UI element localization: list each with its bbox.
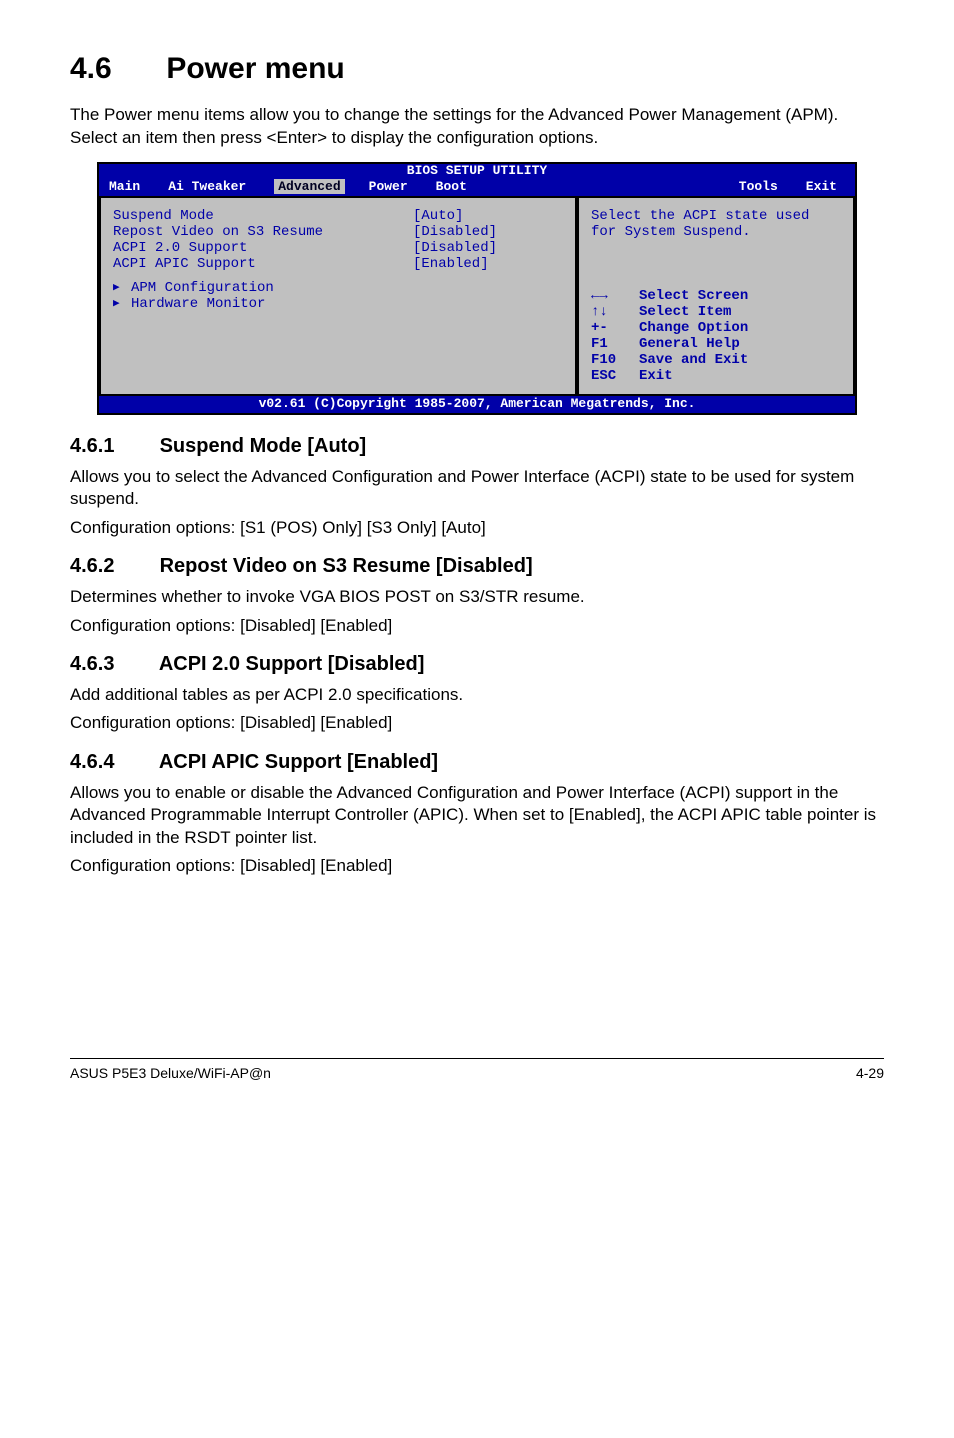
body-paragraph: Determines whether to invoke VGA BIOS PO… <box>70 586 884 608</box>
bios-key-help: ←→Select Screen ↑↓Select Item +-Change O… <box>591 288 841 384</box>
key-symbol: ↑↓ <box>591 304 639 320</box>
bios-menubar: Main Ai Tweaker Advanced Power Boot Tool… <box>99 179 855 196</box>
page-footer: ASUS P5E3 Deluxe/WiFi-AP@n 4-29 <box>70 1058 884 1081</box>
heading-title: Power menu <box>166 52 344 85</box>
bios-menu-exit[interactable]: Exit <box>806 179 845 194</box>
subsection-heading: 4.6.1 Suspend Mode [Auto] <box>70 435 884 458</box>
bios-item-value: [Disabled] <box>413 224 497 240</box>
bios-item-row[interactable]: ACPI APIC Support [Enabled] <box>113 256 563 272</box>
subsection-heading: 4.6.2 Repost Video on S3 Resume [Disable… <box>70 555 884 578</box>
subsection-title: Suspend Mode [Auto] <box>160 435 367 457</box>
bios-submenu-row[interactable]: ▶ Hardware Monitor <box>113 296 563 312</box>
body-paragraph: Configuration options: [Disabled] [Enabl… <box>70 712 884 734</box>
bios-window: BIOS SETUP UTILITY Main Ai Tweaker Advan… <box>97 162 857 415</box>
bios-body: Suspend Mode [Auto] Repost Video on S3 R… <box>99 196 855 396</box>
bios-item-label: Repost Video on S3 Resume <box>113 224 413 240</box>
bios-menu-tools[interactable]: Tools <box>739 179 806 194</box>
bios-item-label: ACPI APIC Support <box>113 256 413 272</box>
page-heading: 4.6 Power menu <box>70 52 884 86</box>
intro-paragraph: The Power menu items allow you to change… <box>70 104 884 150</box>
body-paragraph: Allows you to enable or disable the Adva… <box>70 782 884 849</box>
subsection-heading: 4.6.3 ACPI 2.0 Support [Disabled] <box>70 653 884 676</box>
bios-item-label: Suspend Mode <box>113 208 413 224</box>
bios-item-value: [Auto] <box>413 208 463 224</box>
footer-right: 4-29 <box>856 1065 884 1081</box>
key-desc: Select Screen <box>639 288 748 304</box>
bios-left-pane: Suspend Mode [Auto] Repost Video on S3 R… <box>99 196 577 396</box>
bios-menu-ai-tweaker[interactable]: Ai Tweaker <box>168 179 274 194</box>
bios-help-text: Select the ACPI state used for System Su… <box>591 208 841 240</box>
bios-submenu-row[interactable]: ▶ APM Configuration <box>113 280 563 296</box>
footer-left: ASUS P5E3 Deluxe/WiFi-AP@n <box>70 1065 271 1081</box>
body-paragraph: Configuration options: [S1 (POS) Only] [… <box>70 517 884 539</box>
body-paragraph: Add additional tables as per ACPI 2.0 sp… <box>70 684 884 706</box>
bios-menu-main[interactable]: Main <box>109 179 168 194</box>
bios-right-pane: Select the ACPI state used for System Su… <box>577 196 855 396</box>
bios-key-row: F10Save and Exit <box>591 352 841 368</box>
subsection-heading: 4.6.4 ACPI APIC Support [Enabled] <box>70 751 884 774</box>
subsection-title: ACPI 2.0 Support [Disabled] <box>159 653 425 675</box>
body-paragraph: Configuration options: [Disabled] [Enabl… <box>70 855 884 877</box>
key-symbol: +- <box>591 320 639 336</box>
subsection-num: 4.6.4 <box>70 751 154 774</box>
heading-num: 4.6 <box>70 52 158 86</box>
subsection-num: 4.6.2 <box>70 555 154 578</box>
key-desc: Select Item <box>639 304 731 320</box>
body-paragraph: Allows you to select the Advanced Config… <box>70 466 884 511</box>
key-desc: Exit <box>639 368 673 384</box>
bios-menu-advanced[interactable]: Advanced <box>274 179 344 194</box>
bios-key-row: ESCExit <box>591 368 841 384</box>
triangle-icon: ▶ <box>113 280 131 296</box>
bios-item-value: [Disabled] <box>413 240 497 256</box>
bios-item-row[interactable]: Repost Video on S3 Resume [Disabled] <box>113 224 563 240</box>
bios-item-row[interactable]: Suspend Mode [Auto] <box>113 208 563 224</box>
body-paragraph: Configuration options: [Disabled] [Enabl… <box>70 615 884 637</box>
subsection-title: ACPI APIC Support [Enabled] <box>159 751 438 773</box>
bios-submenu-label: Hardware Monitor <box>131 296 265 312</box>
bios-item-label: ACPI 2.0 Support <box>113 240 413 256</box>
bios-key-row: ↑↓Select Item <box>591 304 841 320</box>
bios-item-value: [Enabled] <box>413 256 489 272</box>
bios-footer: v02.61 (C)Copyright 1985-2007, American … <box>99 396 855 413</box>
bios-key-row: ←→Select Screen <box>591 288 841 304</box>
key-symbol: F1 <box>591 336 639 352</box>
subsection-num: 4.6.1 <box>70 435 154 458</box>
triangle-icon: ▶ <box>113 296 131 312</box>
key-desc: Change Option <box>639 320 748 336</box>
bios-submenu-label: APM Configuration <box>131 280 274 296</box>
key-symbol: ←→ <box>591 288 639 304</box>
bios-item-row[interactable]: ACPI 2.0 Support [Disabled] <box>113 240 563 256</box>
subsection-title: Repost Video on S3 Resume [Disabled] <box>160 555 533 577</box>
bios-title: BIOS SETUP UTILITY <box>99 164 855 179</box>
bios-key-row: +-Change Option <box>591 320 841 336</box>
subsection-num: 4.6.3 <box>70 653 154 676</box>
bios-menu-power[interactable]: Power <box>369 179 436 194</box>
bios-menu-boot[interactable]: Boot <box>436 179 495 194</box>
bios-key-row: F1General Help <box>591 336 841 352</box>
key-symbol: ESC <box>591 368 639 384</box>
key-desc: General Help <box>639 336 740 352</box>
key-symbol: F10 <box>591 352 639 368</box>
key-desc: Save and Exit <box>639 352 748 368</box>
